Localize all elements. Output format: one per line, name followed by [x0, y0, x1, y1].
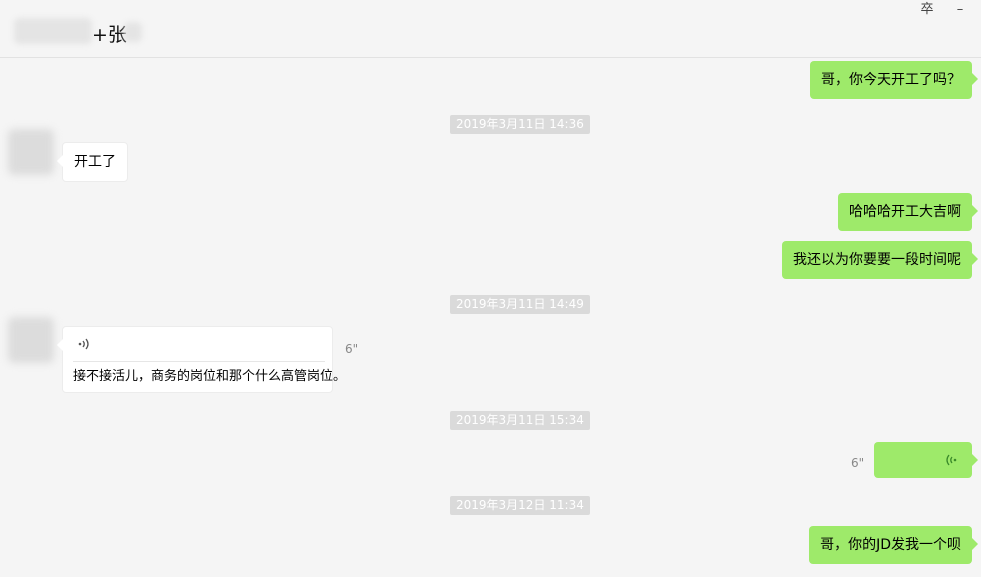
minimize-button[interactable]: –	[950, 2, 970, 18]
contact-avatar[interactable]	[8, 129, 54, 175]
message-text: 我还以为你要要一段时间呢	[793, 252, 961, 268]
message-bubble-outgoing[interactable]: 哈哈哈开工大吉啊	[838, 193, 978, 231]
message-timestamp: 2019年3月11日 14:49	[450, 295, 590, 314]
message-list[interactable]: 哥，你今天开工了吗？ 2019年3月11日 14:36 开工了 哈哈哈开工大吉啊…	[0, 59, 981, 577]
contact-name: +张	[92, 24, 127, 46]
message-bubble-incoming[interactable]: 开工了	[57, 142, 128, 182]
message-timestamp: 2019年3月12日 11:34	[450, 496, 590, 515]
voice-duration: 6"	[345, 342, 359, 356]
message-text: 哥，你今天开工了吗？	[821, 72, 961, 88]
voice-transcript-divider	[73, 361, 325, 362]
chat-header: +张 卒 –	[0, 0, 981, 58]
voice-duration: 6"	[851, 456, 865, 470]
contact-name-redacted-tail	[124, 22, 142, 42]
contact-avatar[interactable]	[8, 317, 54, 363]
message-text: 哥，你的JD发我一个呗	[820, 537, 961, 553]
voice-transcript: 接不接活儿，商务的岗位和那个什么高管岗位。	[73, 369, 347, 384]
contact-name-redacted	[14, 18, 92, 44]
message-bubble-outgoing[interactable]: 哥，你今天开工了吗？	[810, 61, 978, 99]
voice-wave-icon	[946, 454, 957, 466]
voice-wave-icon	[78, 338, 89, 350]
message-bubble-outgoing[interactable]: 我还以为你要要一段时间呢	[782, 241, 978, 279]
message-timestamp: 2019年3月11日 14:36	[450, 115, 590, 134]
voice-message-outgoing[interactable]	[874, 442, 978, 478]
pin-window-button[interactable]: 卒	[917, 2, 937, 18]
message-timestamp: 2019年3月11日 15:34	[450, 411, 590, 430]
message-text: 哈哈哈开工大吉啊	[849, 204, 961, 220]
message-bubble-outgoing[interactable]: 哥，你的JD发我一个呗	[809, 526, 978, 564]
voice-message-incoming[interactable]: 接不接活儿，商务的岗位和那个什么高管岗位。	[57, 326, 346, 393]
message-text: 开工了	[74, 154, 116, 170]
